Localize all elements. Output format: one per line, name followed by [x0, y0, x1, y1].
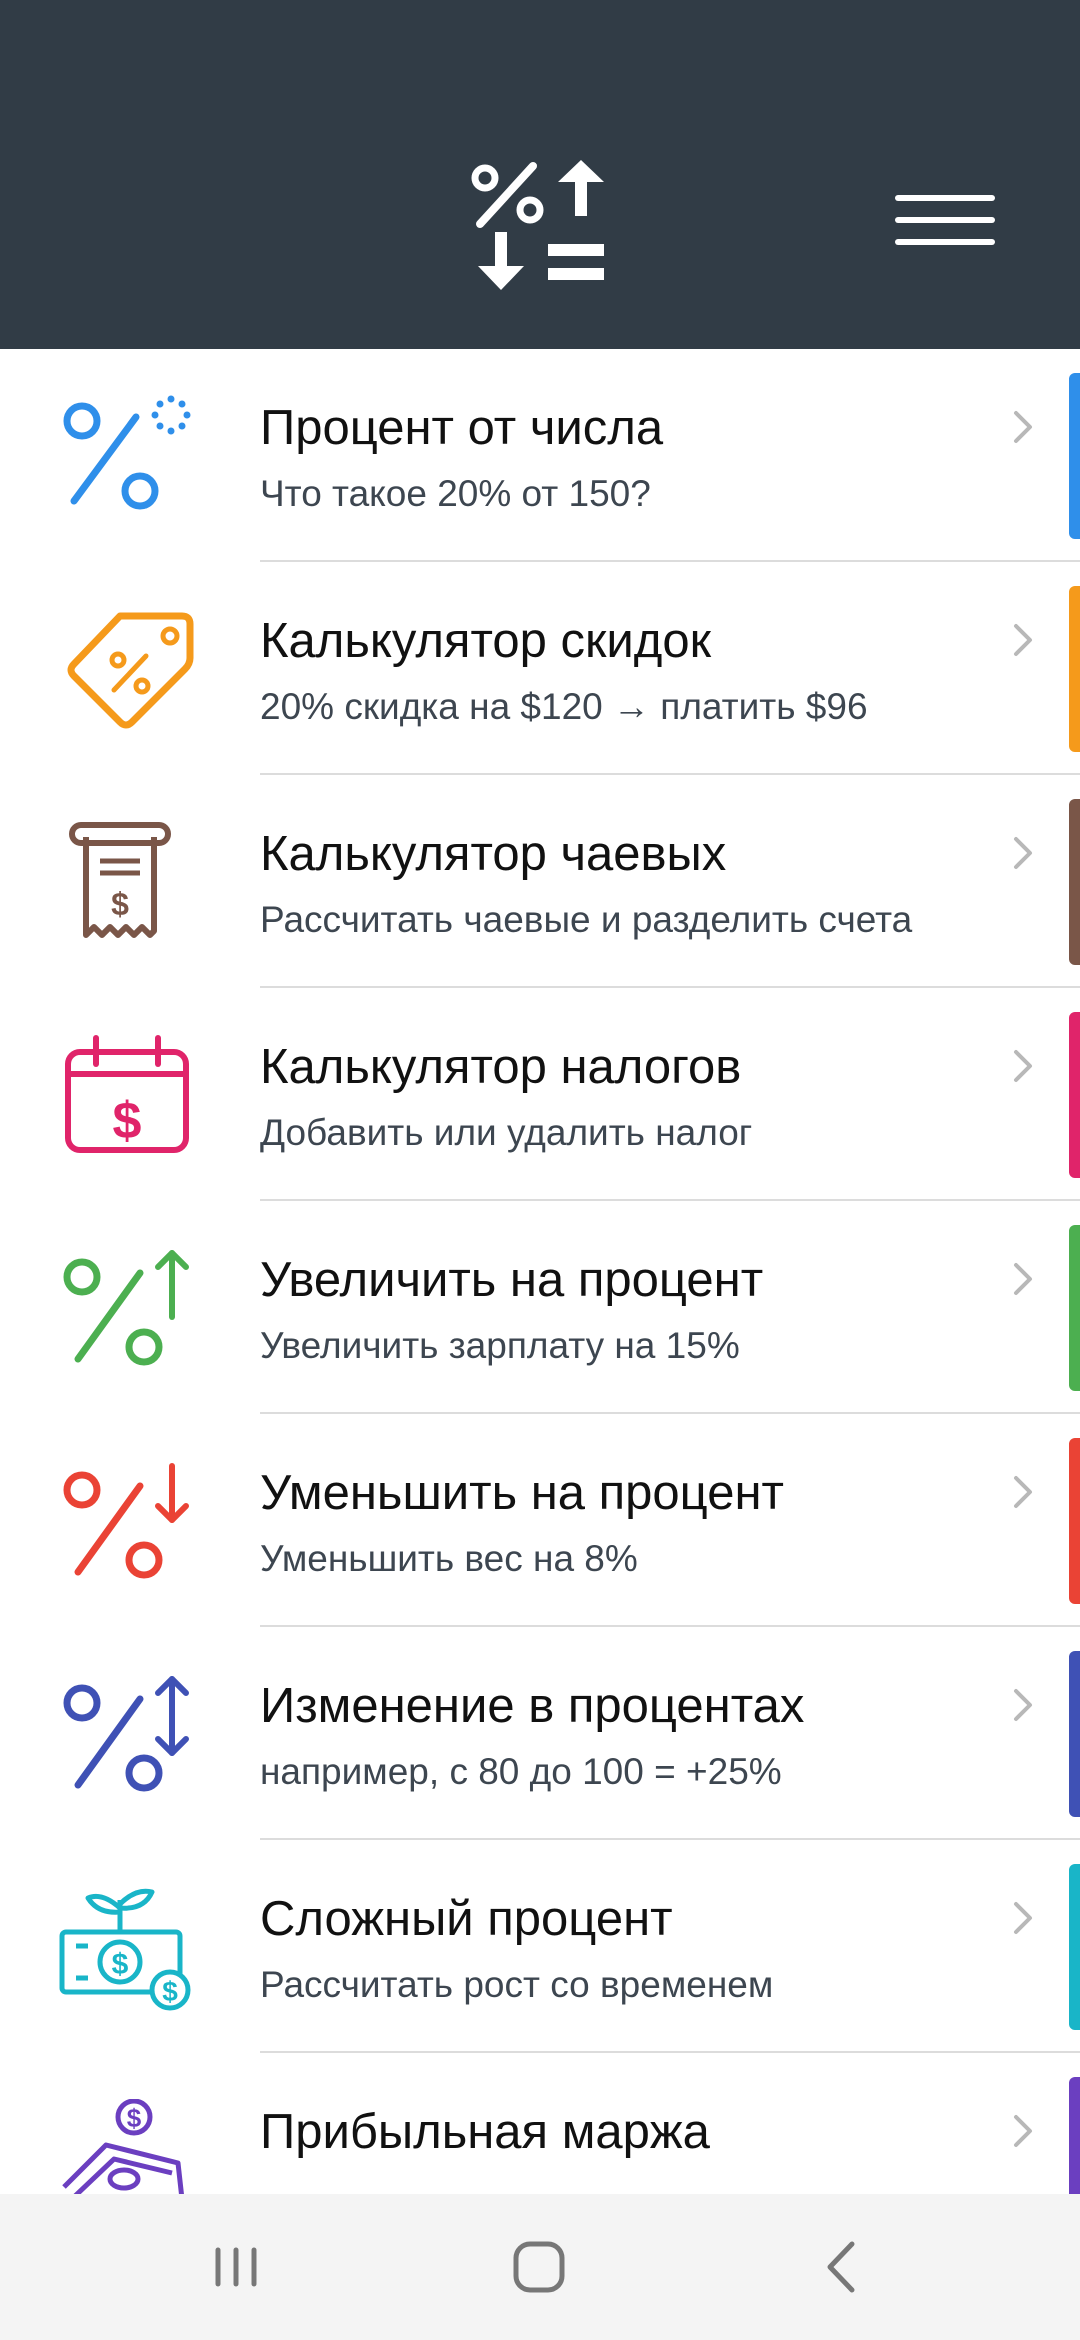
chevron-right-icon	[1008, 1685, 1038, 1725]
item-title: Калькулятор скидок	[260, 614, 712, 668]
list-item-compound-interest[interactable]: $ $ Сложный процент Рассчитать рост со в…	[0, 1840, 1080, 2053]
svg-text:$: $	[113, 1092, 142, 1150]
calculator-list: Процент от числа Что такое 20% от 150? К…	[0, 349, 1080, 2194]
list-item-increase-by-percent[interactable]: Увеличить на процент Увеличить зарплату …	[0, 1201, 1080, 1414]
percent-arrow-up-icon	[58, 1247, 198, 1373]
chevron-right-icon	[1008, 1898, 1038, 1938]
list-item-percent-of-number[interactable]: Процент от числа Что такое 20% от 150?	[0, 349, 1080, 562]
list-item-discount-calculator[interactable]: Калькулятор скидок 20% скидка на $120 → …	[0, 562, 1080, 775]
money-plant-icon: $ $	[58, 1886, 198, 2012]
list-item-profit-margin[interactable]: $ Прибыльная маржа	[0, 2053, 1080, 2194]
accent-bar	[1069, 1651, 1080, 1817]
hamburger-menu-icon	[895, 195, 995, 245]
item-title: Уменьшить на процент	[260, 1466, 784, 1520]
item-title: Сложный процент	[260, 1892, 673, 1946]
chevron-right-icon	[1008, 2111, 1038, 2151]
accent-bar	[1069, 2077, 1080, 2194]
discount-tag-icon	[58, 608, 198, 734]
item-subtitle: Рассчитать рост со временем	[260, 1964, 774, 2005]
item-title: Калькулятор налогов	[260, 1040, 742, 1094]
percent-arrow-down-icon	[58, 1460, 198, 1586]
receipt-icon: $	[58, 821, 198, 947]
home-icon	[513, 2241, 565, 2293]
chevron-right-icon	[1008, 1259, 1038, 1299]
accent-bar	[1069, 1225, 1080, 1391]
chevron-right-icon	[1008, 1046, 1038, 1086]
list-item-tip-calculator[interactable]: $ Калькулятор чаевых Рассчитать чаевые и…	[0, 775, 1080, 988]
profit-money-icon: $	[58, 2099, 198, 2194]
back-icon	[827, 2241, 855, 2293]
list-item-percent-change[interactable]: Изменение в процентах например, с 80 до …	[0, 1627, 1080, 1840]
system-navigation-bar	[0, 2194, 1080, 2340]
svg-text:$: $	[162, 1976, 178, 2007]
percent-arrows-logo-icon	[468, 158, 608, 298]
accent-bar	[1069, 586, 1080, 752]
item-title: Увеличить на процент	[260, 1253, 764, 1307]
chevron-right-icon	[1008, 1472, 1038, 1512]
tax-calendar-icon: $	[58, 1034, 198, 1160]
accent-bar	[1069, 799, 1080, 965]
chevron-right-icon	[1008, 620, 1038, 660]
accent-bar	[1069, 373, 1080, 539]
item-title: Процент от числа	[260, 401, 664, 455]
item-subtitle: Увеличить зарплату на 15%	[260, 1325, 740, 1366]
list-item-tax-calculator[interactable]: $ Калькулятор налогов Добавить или удали…	[0, 988, 1080, 1201]
item-title: Калькулятор чаевых	[260, 827, 727, 881]
back-button[interactable]	[792, 2222, 892, 2312]
item-subtitle: например, с 80 до 100 = +25%	[260, 1751, 782, 1792]
app-header	[0, 0, 1080, 349]
item-subtitle: Уменьшить вес на 8%	[260, 1538, 638, 1579]
accent-bar	[1069, 1864, 1080, 2030]
accent-bar	[1069, 1012, 1080, 1178]
menu-button[interactable]	[880, 180, 1008, 260]
item-subtitle: 20% скидка на $120 → платить $96	[260, 686, 868, 727]
percent-arrows-updown-icon	[58, 1673, 198, 1799]
item-subtitle: Что такое 20% от 150?	[260, 473, 651, 514]
percent-dots-icon	[58, 395, 198, 521]
svg-text:$: $	[112, 1948, 129, 1981]
item-title: Прибыльная маржа	[260, 2105, 710, 2159]
chevron-right-icon	[1008, 833, 1038, 873]
svg-text:$: $	[127, 2103, 142, 2133]
item-subtitle: Добавить или удалить налог	[260, 1112, 753, 1153]
recent-apps-icon	[215, 2247, 257, 2287]
chevron-right-icon	[1008, 407, 1038, 447]
item-title: Изменение в процентах	[260, 1679, 805, 1733]
home-button[interactable]	[489, 2222, 589, 2312]
list-item-decrease-by-percent[interactable]: Уменьшить на процент Уменьшить вес на 8%	[0, 1414, 1080, 1627]
recent-apps-button[interactable]	[186, 2222, 286, 2312]
item-subtitle: Рассчитать чаевые и разделить счета	[260, 899, 913, 940]
svg-text:$: $	[111, 886, 129, 922]
accent-bar	[1069, 1438, 1080, 1604]
